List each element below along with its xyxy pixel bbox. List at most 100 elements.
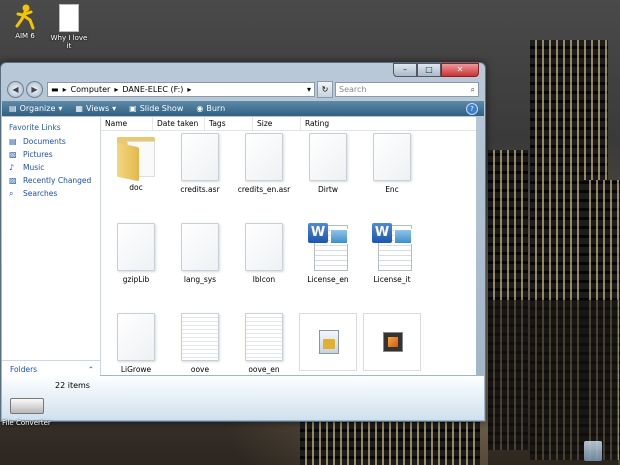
breadcrumb-separator-icon: ▸ xyxy=(62,84,67,94)
file-item[interactable]: oove xyxy=(168,313,232,374)
search-placeholder: Search xyxy=(339,84,367,94)
command-toolbar: ▤ Organize ▾ ▦ Views ▾ ▣ Slide Show ◉ Bu… xyxy=(2,101,484,116)
column-tags[interactable]: Tags xyxy=(205,117,253,130)
text-document-icon xyxy=(245,313,283,361)
file-item[interactable]: doc xyxy=(104,133,168,192)
address-bar[interactable]: ▬ ▸ Computer ▸ DANE-ELEC (F:) ▸ ▾ xyxy=(47,81,315,97)
sidebar-item-recently-changed[interactable]: ▨ Recently Changed xyxy=(9,176,100,185)
file-item[interactable]: oive xyxy=(360,313,424,375)
file-item[interactable]: Dirtw xyxy=(296,133,360,194)
desktop-icon-sublabel: it xyxy=(66,42,72,50)
file-label: oove xyxy=(190,365,210,374)
desktop-icon-label-file-converter[interactable]: File Converter xyxy=(2,419,51,427)
back-button[interactable]: ◀ xyxy=(7,80,24,98)
search-input[interactable]: Search ⌕ xyxy=(335,81,479,97)
desktop-icon-why-i-love[interactable]: Why I love it xyxy=(44,4,94,50)
file-item[interactable]: gzipLib xyxy=(104,223,168,284)
title-buttons: – □ ✕ xyxy=(393,63,479,77)
views-icon: ▦ xyxy=(75,104,83,113)
file-label: License_it xyxy=(373,275,411,284)
file-label: credits.asr xyxy=(180,185,220,194)
help-icon[interactable]: ? xyxy=(466,102,478,115)
chevron-down-icon: ▾ xyxy=(112,104,117,113)
file-label: gzipLib xyxy=(122,275,150,284)
sidebar-item-label: Searches xyxy=(23,189,58,198)
item-count: 22 items xyxy=(55,381,90,390)
burn-label: Burn xyxy=(206,104,226,113)
word-document-icon: W xyxy=(372,223,412,271)
file-label: lang_sys xyxy=(183,275,217,284)
slide-show-button[interactable]: ▣ Slide Show xyxy=(129,104,183,113)
file-label: oove_en xyxy=(248,365,280,374)
video-file-icon xyxy=(363,313,421,371)
file-item[interactable]: credits_en.asr xyxy=(232,133,296,194)
folders-toggle[interactable]: Folders ⌃ xyxy=(2,360,100,377)
maximize-button[interactable]: □ xyxy=(417,63,441,77)
chevron-up-icon: ⌃ xyxy=(87,364,94,374)
drive-icon: ▬ xyxy=(51,84,59,94)
refresh-button[interactable]: ↻ xyxy=(317,80,333,98)
usb-drive-icon xyxy=(10,398,44,414)
search-icon[interactable]: ⌕ xyxy=(471,83,475,96)
desktop-icon-aim[interactable]: AIM 6 xyxy=(0,4,50,40)
breadcrumb-computer[interactable]: Computer xyxy=(71,85,111,94)
file-label: lblcon xyxy=(252,275,276,284)
views-button[interactable]: ▦ Views ▾ xyxy=(75,104,116,113)
favorite-links-heading: Favorite Links xyxy=(9,123,61,132)
file-list: Name Date taken Tags Size Rating doc cred… xyxy=(101,117,476,375)
file-label: Enc xyxy=(385,185,399,194)
column-date-taken[interactable]: Date taken xyxy=(153,117,205,130)
music-icon: ♪ xyxy=(9,163,15,172)
chevron-down-icon[interactable]: ▾ xyxy=(307,85,311,94)
blank-file-icon xyxy=(181,223,219,271)
minimize-button[interactable]: – xyxy=(393,63,417,77)
file-item[interactable]: Enc xyxy=(360,133,424,194)
burn-button[interactable]: ◉ Burn xyxy=(196,104,225,113)
file-item[interactable]: W License_en xyxy=(296,223,360,284)
folders-label: Folders xyxy=(10,364,38,374)
aim-running-man-icon xyxy=(14,4,36,30)
organize-button[interactable]: ▤ Organize ▾ xyxy=(9,104,62,113)
building xyxy=(300,420,480,465)
desktop-icon-label: Why I love xyxy=(50,34,88,42)
blank-file-icon xyxy=(181,133,219,181)
sidebar-item-label: Pictures xyxy=(23,150,53,159)
file-item[interactable]: lblcon xyxy=(232,223,296,284)
navigation-row: ◀ ▶ ▬ ▸ Computer ▸ DANE-ELEC (F:) ▸ ▾ ↻ … xyxy=(7,80,479,98)
breadcrumb-drive[interactable]: DANE-ELEC (F:) xyxy=(122,85,183,94)
forward-button[interactable]: ▶ xyxy=(26,80,43,98)
file-label: Dirtw xyxy=(317,185,339,194)
file-label: LiGrowe xyxy=(120,365,152,374)
details-pane: 22 items xyxy=(2,376,484,420)
blank-file-icon xyxy=(245,223,283,271)
organize-icon: ▤ xyxy=(9,104,17,113)
sidebar-item-music[interactable]: ♪ Music xyxy=(9,163,100,172)
column-name[interactable]: Name xyxy=(101,117,153,130)
file-item[interactable]: credits.asr xyxy=(168,133,232,194)
file-label: License_en xyxy=(307,275,349,284)
file-item[interactable]: W License_it xyxy=(360,223,424,284)
documents-icon: ▤ xyxy=(9,137,17,146)
organize-label: Organize xyxy=(19,104,56,113)
pictures-icon: ▧ xyxy=(9,150,17,159)
close-button[interactable]: ✕ xyxy=(441,63,479,77)
slide-show-icon: ▣ xyxy=(129,104,137,113)
document-icon xyxy=(59,4,79,32)
file-item[interactable]: ootent xyxy=(296,313,360,375)
breadcrumb-separator-icon: ▸ xyxy=(114,84,119,94)
sidebar-item-label: Music xyxy=(23,163,45,172)
file-item[interactable]: LiGrowe xyxy=(104,313,168,374)
file-item[interactable]: oove_en xyxy=(232,313,296,374)
searches-icon: ⌕ xyxy=(9,189,14,198)
recycle-bin-icon[interactable] xyxy=(584,441,602,461)
sidebar-item-pictures[interactable]: ▧ Pictures xyxy=(9,150,100,159)
sidebar-item-documents[interactable]: ▤ Documents xyxy=(9,137,100,146)
sidebar-item-searches[interactable]: ⌕ Searches xyxy=(9,189,100,198)
file-label: doc xyxy=(129,183,143,192)
file-item[interactable]: lang_sys xyxy=(168,223,232,284)
recently-changed-icon: ▨ xyxy=(9,176,17,185)
column-size[interactable]: Size xyxy=(253,117,301,130)
blank-file-icon xyxy=(373,133,411,181)
text-document-icon xyxy=(181,313,219,361)
column-rating[interactable]: Rating xyxy=(301,117,351,130)
